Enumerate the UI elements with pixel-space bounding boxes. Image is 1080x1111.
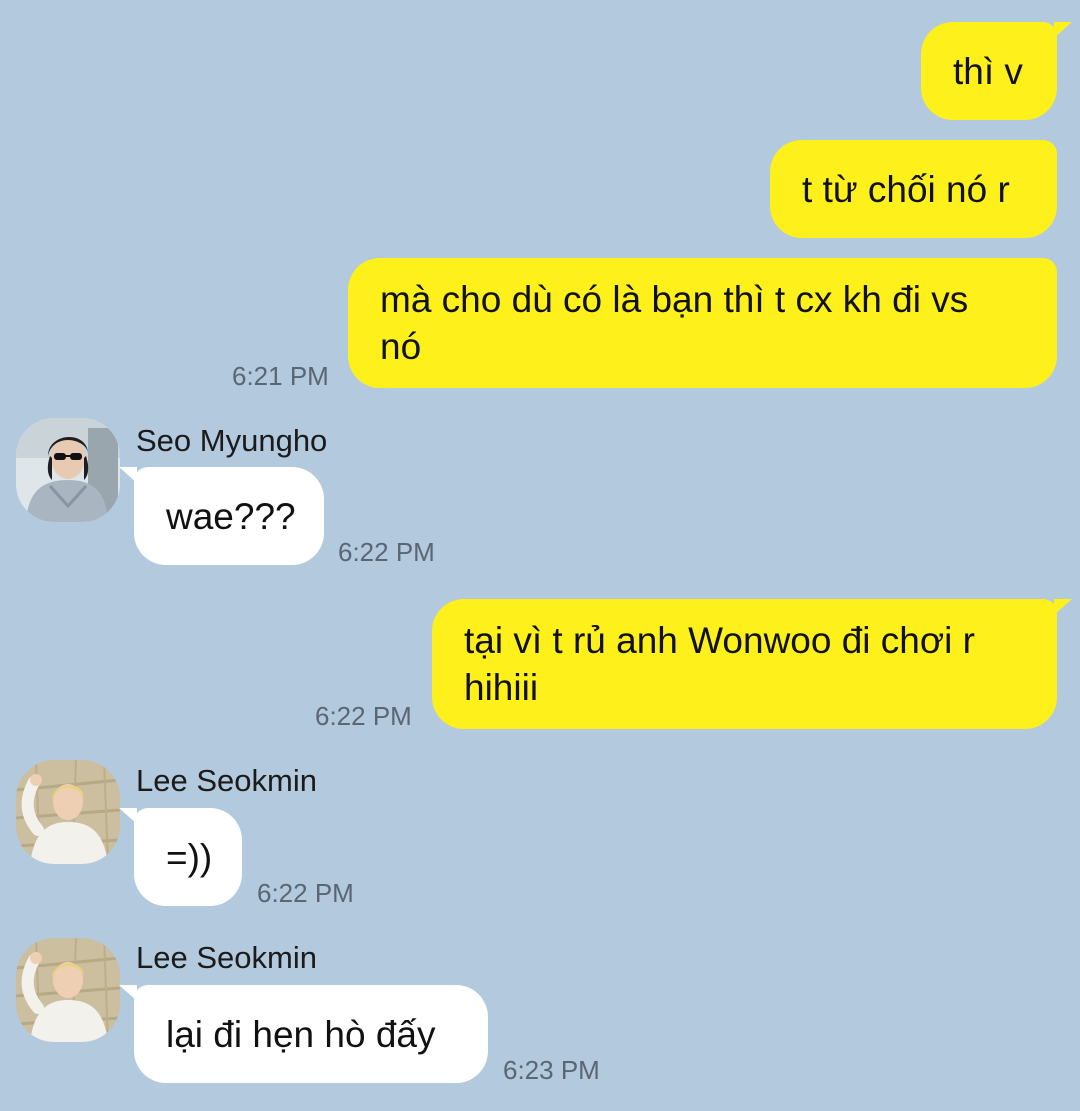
message-timestamp: 6:22 PM <box>315 701 412 731</box>
message-timestamp: 6:23 PM <box>503 1055 600 1085</box>
outgoing-message-bubble[interactable]: tại vì t rủ anh Wonwoo đi chơi r hihiii <box>432 599 1057 729</box>
message-timestamp: 6:22 PM <box>257 878 354 908</box>
message-text: wae??? <box>166 495 296 537</box>
bubble-tail <box>1054 22 1072 38</box>
sender-avatar[interactable] <box>16 760 120 864</box>
outgoing-message-bubble[interactable]: mà cho dù có là bạn thì t cx kh đi vs nó <box>348 258 1057 388</box>
message-text: =)) <box>166 836 213 878</box>
profile-photo-icon <box>16 760 120 864</box>
bubble-tail <box>119 985 137 1001</box>
message-text: t từ chối nó r <box>802 168 1010 210</box>
sender-name: Seo Myungho <box>136 423 328 458</box>
incoming-message-bubble[interactable]: lại đi hẹn hò đấy <box>134 985 488 1083</box>
incoming-message-bubble[interactable]: wae??? <box>134 467 324 565</box>
outgoing-message-bubble[interactable]: t từ chối nó r <box>770 140 1057 238</box>
bubble-tail <box>119 808 137 824</box>
message-timestamp: 6:22 PM <box>338 537 435 567</box>
bubble-tail <box>119 467 137 483</box>
message-text: lại đi hẹn hò đấy <box>166 1013 436 1055</box>
sender-avatar[interactable] <box>16 418 120 522</box>
profile-photo-icon <box>16 418 120 522</box>
sender-name: Lee Seokmin <box>136 940 317 975</box>
sender-avatar[interactable] <box>16 938 120 1042</box>
profile-photo-icon <box>16 938 120 1042</box>
outgoing-message-bubble[interactable]: thì v <box>921 22 1057 120</box>
message-text: mà cho dù có là bạn thì t cx kh đi vs nó <box>380 279 969 367</box>
sender-name: Lee Seokmin <box>136 763 317 798</box>
message-text: tại vì t rủ anh Wonwoo đi chơi r hihiii <box>464 620 975 708</box>
bubble-tail <box>1054 599 1072 615</box>
message-timestamp: 6:21 PM <box>232 361 329 391</box>
incoming-message-bubble[interactable]: =)) <box>134 808 242 906</box>
message-text: thì v <box>953 50 1023 92</box>
